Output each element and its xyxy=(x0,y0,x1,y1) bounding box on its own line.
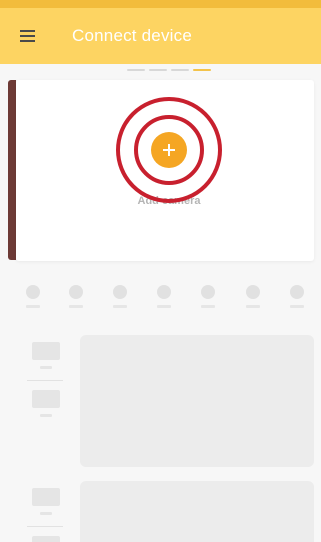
category-item[interactable] xyxy=(66,285,86,308)
add-camera-label: Add camera xyxy=(137,195,201,207)
previous-card-peek[interactable] xyxy=(8,80,16,260)
room-item[interactable] xyxy=(24,390,68,417)
room-item[interactable] xyxy=(24,536,68,542)
page-dot-active xyxy=(193,69,211,71)
room-item[interactable] xyxy=(24,342,68,369)
page-dot xyxy=(171,69,189,71)
category-item[interactable] xyxy=(110,285,130,308)
category-item[interactable] xyxy=(23,285,43,308)
category-item[interactable] xyxy=(154,285,174,308)
page-dot xyxy=(149,69,167,71)
add-camera-button[interactable] xyxy=(151,132,187,168)
category-icon-row xyxy=(0,285,321,315)
add-camera-card[interactable] xyxy=(16,80,314,261)
page-indicator xyxy=(127,69,211,72)
app-bar: Connect device xyxy=(0,8,321,64)
device-panel-placeholder xyxy=(80,481,314,542)
divider xyxy=(27,380,63,381)
divider xyxy=(27,526,63,527)
category-item[interactable] xyxy=(243,285,263,308)
category-item[interactable] xyxy=(198,285,218,308)
room-item[interactable] xyxy=(24,488,68,515)
plus-icon xyxy=(163,144,175,156)
device-panel-placeholder xyxy=(80,335,314,467)
page-title: Connect device xyxy=(72,26,192,45)
page-dot xyxy=(127,69,145,71)
hamburger-menu-icon[interactable] xyxy=(0,8,56,64)
category-item[interactable] xyxy=(287,285,307,308)
status-bar xyxy=(0,0,321,8)
